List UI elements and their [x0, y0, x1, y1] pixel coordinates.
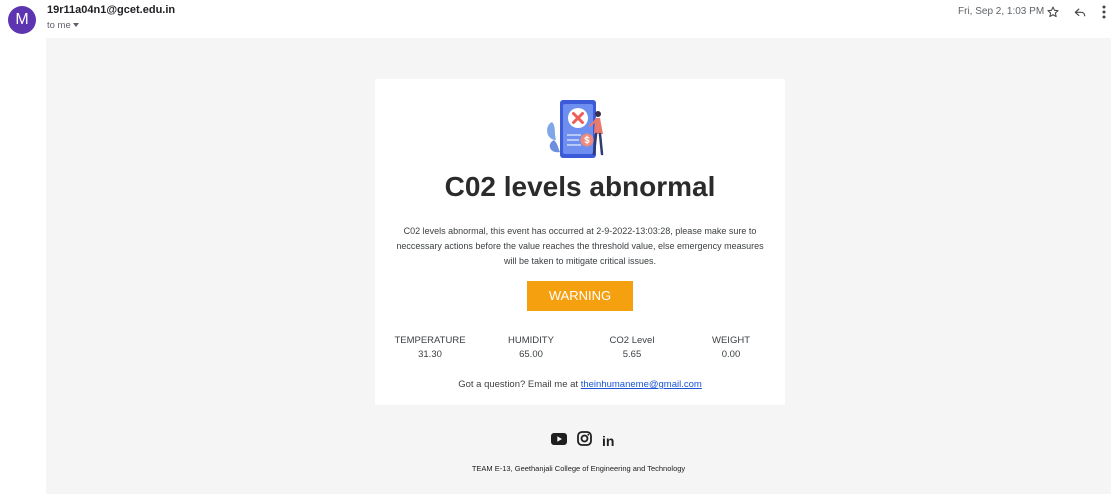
contact-prefix: Got a question? Email me at	[458, 379, 581, 390]
instagram-icon[interactable]	[577, 431, 592, 451]
metric-value: 65.00	[519, 349, 543, 360]
avatar[interactable]: M	[8, 6, 36, 34]
email-body: C02 levels abnormal C02 levels abnormal,…	[46, 38, 1111, 494]
alert-title: C02 levels abnormal	[444, 171, 716, 202]
metric-value: 31.30	[418, 349, 442, 360]
footer-text: TEAM E-13, Geethanjali College of Engine…	[471, 464, 686, 473]
alert-illustration	[542, 96, 616, 166]
metric-label: TEMPERATURE	[394, 335, 466, 346]
metric-label: WEIGHT	[712, 335, 750, 346]
email-date: Fri, Sep 2, 1:03 PM	[958, 6, 1045, 17]
more-icon[interactable]	[1094, 2, 1111, 22]
metric-temperature: TEMPERATURE 31.30	[380, 335, 480, 362]
recipient-dropdown[interactable]: to me	[47, 20, 79, 31]
star-icon[interactable]	[1043, 2, 1063, 22]
caret-down-icon	[72, 23, 79, 27]
sensor-metrics: TEMPERATURE 31.30 HUMIDITY 65.00 CO2 Lev…	[375, 335, 785, 365]
linkedin-icon[interactable]: in	[602, 433, 614, 449]
recipient-label: to me	[47, 20, 71, 31]
metric-humidity: HUMIDITY 65.00	[481, 335, 581, 362]
metric-label: CO2 Level	[609, 335, 655, 346]
social-links: in	[551, 431, 614, 451]
youtube-icon[interactable]	[551, 432, 567, 450]
alert-card: C02 levels abnormal C02 levels abnormal,…	[375, 79, 785, 405]
warning-button[interactable]: WARNING	[527, 281, 633, 311]
email-header: M 19r11a04n1@gcet.edu.in to me Fri, Sep …	[0, 0, 1111, 38]
metric-weight: WEIGHT 0.00	[681, 335, 781, 362]
contact-line: Got a question? Email me at theinhumanem…	[375, 379, 785, 390]
metric-value: 0.00	[721, 349, 741, 360]
metric-co2-level: CO2 Level 5.65	[582, 335, 682, 362]
reply-icon[interactable]	[1070, 2, 1090, 22]
metric-label: HUMIDITY	[508, 335, 554, 346]
alert-description: C02 levels abnormal, this event has occu…	[396, 226, 764, 266]
sender-email[interactable]: 19r11a04n1@gcet.edu.in	[47, 4, 175, 16]
metric-value: 5.65	[622, 349, 642, 360]
contact-email-link[interactable]: theinhumaneme@gmail.com	[581, 379, 702, 390]
